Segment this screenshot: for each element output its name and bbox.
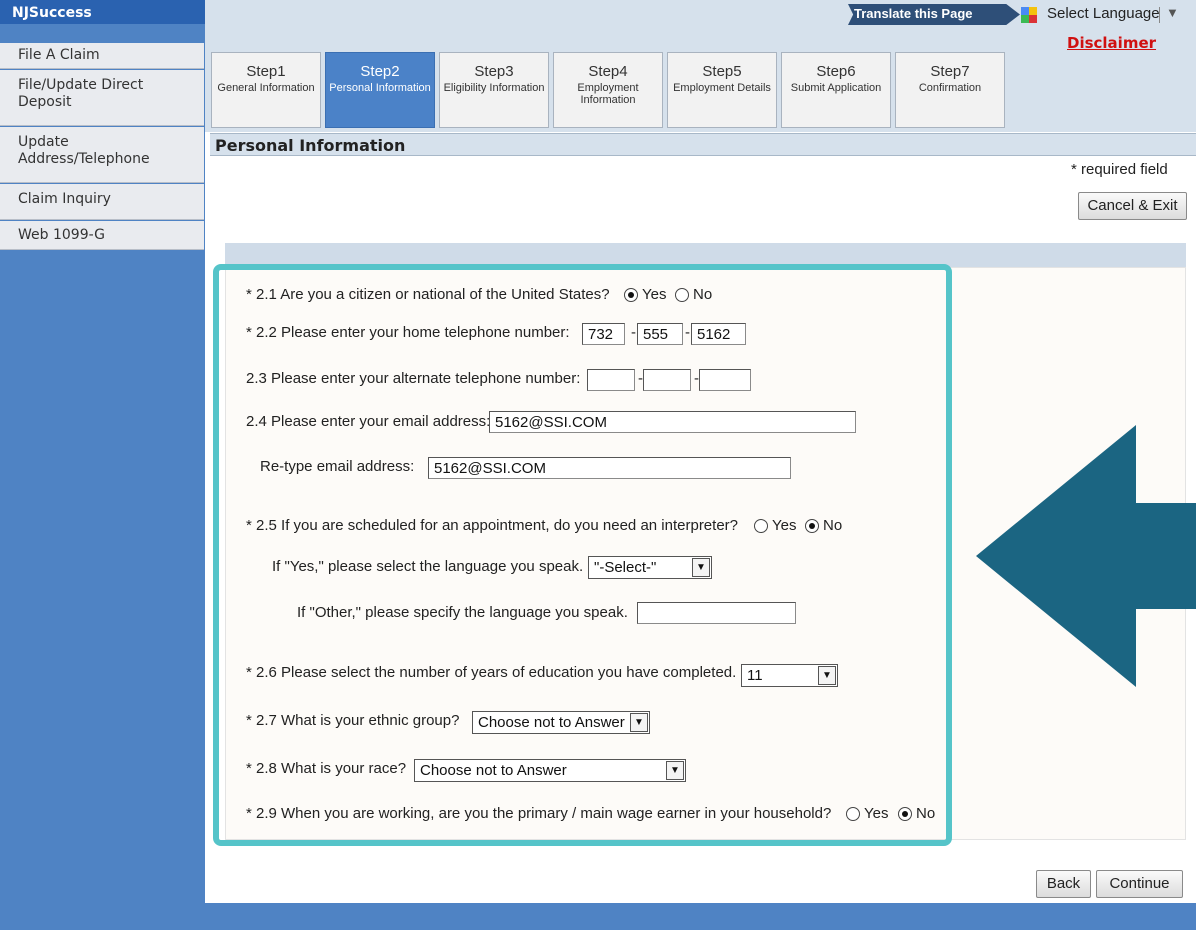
radio-label: No — [693, 286, 713, 303]
left-sidebar: NJSuccess File A Claim File/Update Direc… — [0, 0, 205, 930]
other-language-input[interactable] — [637, 602, 796, 624]
language-select[interactable]: "-Select-" ▼ — [588, 556, 712, 579]
sidebar-item-claim-inquiry[interactable]: Claim Inquiry — [0, 184, 204, 220]
sidebar-item-label: Claim Inquiry — [18, 191, 111, 207]
phone-separator: - — [631, 324, 636, 341]
select-value: "-Select-" — [594, 559, 657, 576]
wage-earner-yes-radio[interactable] — [846, 807, 860, 821]
disclaimer-link[interactable]: Disclaimer — [1067, 34, 1156, 52]
step-2-tab[interactable]: Step2 Personal Information — [325, 52, 435, 128]
phone-separator: - — [685, 324, 690, 341]
back-button[interactable]: Back — [1036, 870, 1091, 898]
question-2-3-label: 2.3 Please enter your alternate telephon… — [246, 370, 581, 387]
interpreter-yes-radio[interactable] — [754, 519, 768, 533]
arrow-left-icon — [976, 425, 1196, 687]
sidebar-item-label: Web 1099-G — [18, 227, 106, 243]
step-subtitle: Confirmation — [918, 82, 982, 94]
step-subtitle: Employment Details — [673, 82, 771, 94]
question-2-2-label: * 2.2 Please enter your home telephone n… — [246, 324, 570, 341]
chevron-down-icon: ▼ — [630, 713, 648, 732]
citizen-no-radio[interactable] — [675, 288, 689, 302]
select-value: Choose not to Answer — [420, 762, 567, 779]
sidebar-item-web-1099g[interactable]: Web 1099-G — [0, 221, 204, 250]
chevron-down-icon: ▼ — [666, 761, 684, 780]
question-2-4-label: 2.4 Please enter your email address: — [246, 413, 491, 430]
retype-email-label: Re-type email address: — [260, 458, 415, 475]
question-2-8-label: * 2.8 What is your race? — [246, 760, 407, 777]
brand-title: NJSuccess — [0, 0, 205, 24]
chevron-down-icon: ▼ — [818, 666, 836, 685]
alt-phone-line-input[interactable] — [699, 369, 751, 391]
translate-page-button[interactable]: Translate this Page — [848, 4, 1020, 25]
sidebar-item-file-a-claim[interactable]: File A Claim — [0, 43, 204, 69]
step-subtitle: Submit Application — [790, 82, 882, 94]
alt-phone-prefix-input[interactable] — [643, 369, 691, 391]
radio-label: Yes — [864, 805, 889, 822]
radio-label: Yes — [772, 517, 797, 534]
step-subtitle: Employment Information — [577, 82, 639, 106]
other-language-label: If "Other," please specify the language … — [297, 604, 628, 621]
divider — [1159, 7, 1160, 23]
select-language-dropdown[interactable]: Select Language — [1047, 5, 1160, 22]
step-subtitle: Eligibility Information — [443, 82, 545, 94]
language-select-label: If "Yes," please select the language you… — [272, 558, 584, 575]
chevron-down-icon[interactable]: ▼ — [1166, 5, 1179, 20]
sidebar-item-label: File/Update Direct Deposit — [18, 77, 144, 110]
email-field[interactable]: 5162@SSI.COM — [489, 411, 856, 433]
radio-label: No — [916, 805, 936, 822]
education-years-select[interactable]: 11 ▼ — [741, 664, 838, 687]
step-title: Step2 — [360, 63, 400, 80]
chevron-down-icon: ▼ — [692, 558, 710, 577]
section-title: Personal Information — [210, 133, 1196, 156]
sidebar-item-label: File A Claim — [18, 47, 100, 63]
step-6-tab[interactable]: Step6 Submit Application — [781, 52, 891, 128]
question-2-1-label: * 2.1 Are you a citizen or national of t… — [246, 286, 610, 303]
step-title: Step3 — [474, 63, 514, 80]
sidebar-item-label: Update Address/Telephone — [18, 134, 150, 167]
home-phone-prefix-input[interactable]: 555 — [637, 323, 683, 345]
step-title: Step7 — [930, 63, 970, 80]
interpreter-no-radio[interactable] — [805, 519, 819, 533]
radio-label: No — [823, 517, 843, 534]
required-field-note: * required field — [1071, 161, 1168, 178]
step-title: Step5 — [702, 63, 742, 80]
home-phone-area-input[interactable]: 732 — [582, 323, 625, 345]
question-2-5-label: * 2.5 If you are scheduled for an appoin… — [246, 517, 738, 534]
ethnic-group-select[interactable]: Choose not to Answer ▼ — [472, 711, 650, 734]
sidebar-item-direct-deposit[interactable]: File/Update Direct Deposit — [0, 70, 204, 126]
question-2-7-label: * 2.7 What is your ethnic group? — [246, 712, 460, 729]
step-1-tab[interactable]: Step1 General Information — [211, 52, 321, 128]
step-5-tab[interactable]: Step5 Employment Details — [667, 52, 777, 128]
cancel-exit-button[interactable]: Cancel & Exit — [1078, 192, 1187, 220]
continue-button[interactable]: Continue — [1096, 870, 1183, 898]
race-select[interactable]: Choose not to Answer ▼ — [414, 759, 686, 782]
question-2-9-label: * 2.9 When you are working, are you the … — [246, 805, 832, 822]
radio-label: Yes — [642, 286, 667, 303]
step-title: Step4 — [588, 63, 628, 80]
step-title: Step6 — [816, 63, 856, 80]
select-value: Choose not to Answer — [478, 714, 625, 731]
alt-phone-area-input[interactable] — [587, 369, 635, 391]
citizen-yes-radio[interactable] — [624, 288, 638, 302]
step-subtitle: General Information — [217, 82, 315, 94]
step-7-tab[interactable]: Step7 Confirmation — [895, 52, 1005, 128]
retype-email-field[interactable]: 5162@SSI.COM — [428, 457, 791, 479]
sidebar-item-update-address[interactable]: Update Address/Telephone — [0, 127, 204, 183]
question-2-6-label: * 2.6 Please select the number of years … — [246, 664, 737, 681]
footer-bar — [205, 903, 1196, 930]
step-4-tab[interactable]: Step4 Employment Information — [553, 52, 663, 128]
home-phone-line-input[interactable]: 5162 — [691, 323, 746, 345]
step-title: Step1 — [246, 63, 286, 80]
wage-earner-no-radio[interactable] — [898, 807, 912, 821]
select-value: 11 — [747, 667, 763, 684]
google-translate-icon — [1021, 7, 1037, 23]
step-3-tab[interactable]: Step3 Eligibility Information — [439, 52, 549, 128]
step-subtitle: Personal Information — [329, 82, 431, 94]
